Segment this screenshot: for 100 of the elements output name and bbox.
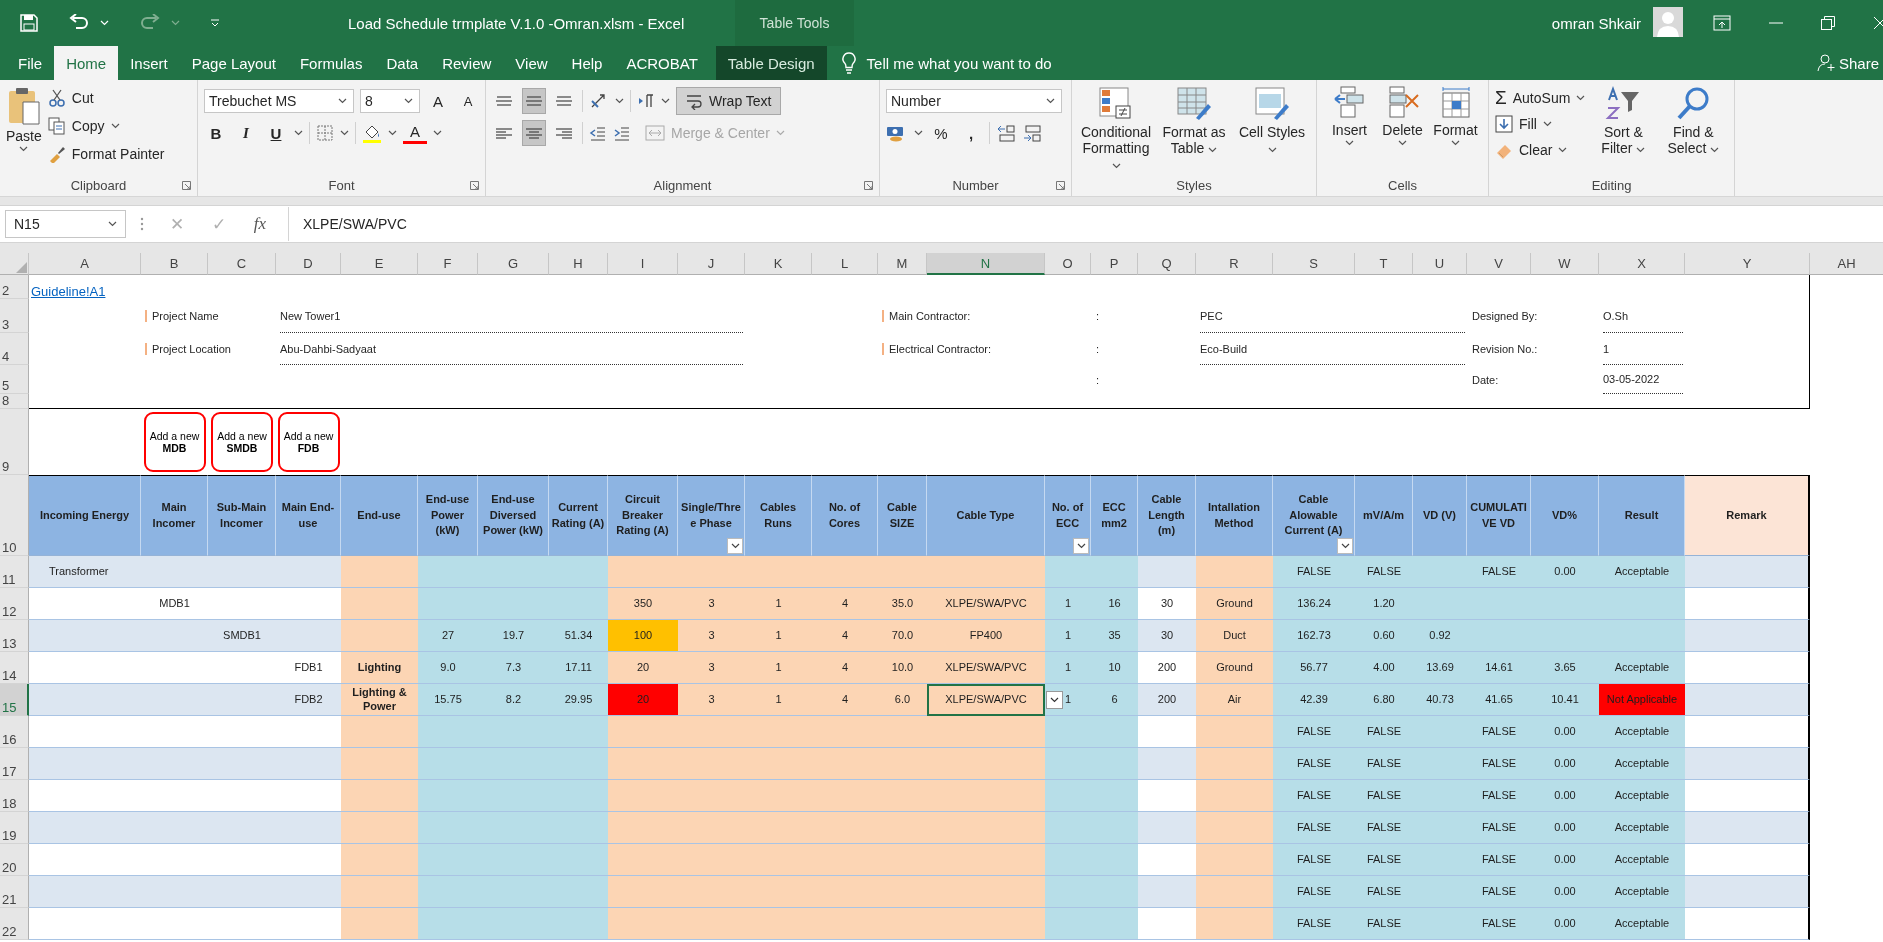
filter-button[interactable]	[1337, 538, 1353, 554]
column-letter[interactable]: O	[1045, 253, 1091, 275]
column-letter[interactable]: Q	[1138, 253, 1196, 275]
name-box[interactable]: N15	[5, 210, 126, 238]
wrap-text-button[interactable]: Wrap Text	[676, 87, 781, 115]
row-number[interactable]: 15	[0, 684, 29, 716]
column-letter[interactable]: N	[927, 253, 1045, 275]
row-number[interactable]: 4	[0, 333, 29, 365]
column-letter[interactable]: G	[478, 253, 549, 275]
find-select-button[interactable]: Find & Select	[1661, 86, 1726, 174]
ribbon-tab[interactable]: ACROBAT	[614, 46, 710, 80]
add-button[interactable]: Add a new SMDB	[211, 412, 273, 472]
ribbon-tab[interactable]: Home	[54, 46, 119, 80]
row-number[interactable]: 14	[0, 652, 29, 684]
add-button[interactable]: Add a new FDB	[277, 412, 340, 472]
autosum-button[interactable]: Σ AutoSum	[1495, 86, 1586, 110]
column-letter[interactable]: D	[276, 253, 341, 275]
share-button[interactable]: Share	[1816, 46, 1883, 80]
column-letter[interactable]: AH	[1810, 253, 1883, 275]
cells-button[interactable]: Insert	[1323, 86, 1376, 174]
field-value: 1	[1603, 333, 1683, 365]
format-painter-button[interactable]: Format Painter	[47, 142, 165, 166]
comma-button[interactable]: ,	[959, 120, 983, 146]
font-size-field[interactable]: 8	[360, 89, 420, 113]
insert-function-button[interactable]: fx	[240, 214, 280, 234]
row-number[interactable]: 19	[0, 812, 29, 844]
row-number[interactable]: 5	[0, 365, 29, 394]
ribbon-tab[interactable]: File	[6, 46, 55, 80]
fill-button[interactable]: Fill	[1495, 112, 1586, 136]
row-number[interactable]: 20	[0, 844, 29, 876]
style-button[interactable]: Format as Table	[1156, 86, 1232, 174]
formula-field[interactable]: XLPE/SWA/PVC	[288, 207, 1883, 241]
row-number[interactable]: 21	[0, 876, 29, 908]
filter-button[interactable]	[1073, 538, 1089, 554]
column-letter[interactable]: J	[678, 253, 745, 275]
sort-filter-button[interactable]: Sort & Filter	[1591, 86, 1656, 174]
grow-font-button[interactable]: A	[426, 88, 450, 114]
ribbon-tab[interactable]: Help	[559, 46, 615, 80]
align-button[interactable]	[522, 120, 546, 146]
row-number[interactable]: 9	[0, 409, 29, 475]
column-letter[interactable]: I	[608, 253, 678, 275]
style-button[interactable]: Conditional Formatting	[1078, 86, 1154, 174]
column-letter[interactable]: A	[29, 253, 141, 275]
column-letter[interactable]: U	[1413, 253, 1467, 275]
table-cell	[418, 748, 478, 780]
cells-button[interactable]: Delete	[1376, 86, 1429, 174]
font-name-field[interactable]: Trebuchet MS	[204, 89, 354, 113]
link[interactable]: Guideline!A1	[29, 284, 106, 299]
column-letter[interactable]: V	[1467, 253, 1531, 275]
column-letter[interactable]: Y	[1685, 253, 1810, 275]
dropdown-button[interactable]	[1046, 691, 1063, 709]
row-number[interactable]: 18	[0, 780, 29, 812]
underline-button[interactable]: U	[264, 120, 288, 146]
column-letter[interactable]: T	[1355, 253, 1413, 275]
column-letter[interactable]: P	[1091, 253, 1138, 275]
column-letter[interactable]: K	[745, 253, 812, 275]
add-button[interactable]: Add a new MDB	[143, 412, 206, 472]
column-letter[interactable]: E	[341, 253, 418, 275]
row-number[interactable]: 11	[0, 556, 29, 588]
ribbon-tab[interactable]: Review	[430, 46, 504, 80]
column-letter[interactable]: C	[208, 253, 276, 275]
ribbon-tab[interactable]: Table Design	[715, 46, 827, 80]
paste-button[interactable]: Paste	[6, 86, 42, 174]
shrink-font-button[interactable]: A	[456, 88, 480, 114]
clear-button[interactable]: Clear	[1495, 138, 1586, 162]
column-letter[interactable]: L	[812, 253, 878, 275]
row-number[interactable]: 8	[0, 394, 29, 409]
column-letter[interactable]: B	[141, 253, 208, 275]
column-letter[interactable]: M	[878, 253, 927, 275]
align-button[interactable]	[522, 88, 546, 114]
row-number[interactable]: 16	[0, 716, 29, 748]
column-letter[interactable]: H	[549, 253, 608, 275]
row-number[interactable]: 22	[0, 908, 29, 940]
filter-button[interactable]	[727, 538, 743, 554]
number-format-field[interactable]: Number	[886, 89, 1062, 113]
cut-button[interactable]: Cut	[47, 86, 165, 110]
ribbon-tab[interactable]: Formulas	[287, 46, 375, 80]
percent-button[interactable]: %	[929, 120, 953, 146]
row-number[interactable]: 13	[0, 620, 29, 652]
column-letter[interactable]: R	[1196, 253, 1273, 275]
bold-button[interactable]: B	[204, 120, 228, 146]
cells-button[interactable]: Format	[1429, 86, 1482, 174]
italic-button[interactable]: I	[234, 120, 258, 146]
style-button[interactable]: Cell Styles	[1234, 86, 1310, 174]
ribbon-tab[interactable]: View	[503, 46, 560, 80]
row-number[interactable]: 2	[0, 275, 29, 299]
ribbon-tab[interactable]: Data	[374, 46, 431, 80]
row-number[interactable]: 3	[0, 299, 29, 333]
ribbon-tab[interactable]: Insert	[118, 46, 180, 80]
font-color-button[interactable]: A	[403, 122, 427, 144]
column-letter[interactable]: S	[1273, 253, 1355, 275]
ribbon-tab[interactable]: Page Layout	[179, 46, 288, 80]
row-number[interactable]: 17	[0, 748, 29, 780]
column-letter[interactable]: X	[1599, 253, 1685, 275]
column-letter[interactable]: F	[418, 253, 478, 275]
copy-button[interactable]: Copy	[47, 114, 165, 138]
row-number[interactable]: 10	[0, 475, 29, 556]
row-number[interactable]: 12	[0, 588, 29, 620]
tell-me-field[interactable]: Tell me what you want to do	[866, 54, 1052, 72]
column-letter[interactable]: W	[1531, 253, 1599, 275]
